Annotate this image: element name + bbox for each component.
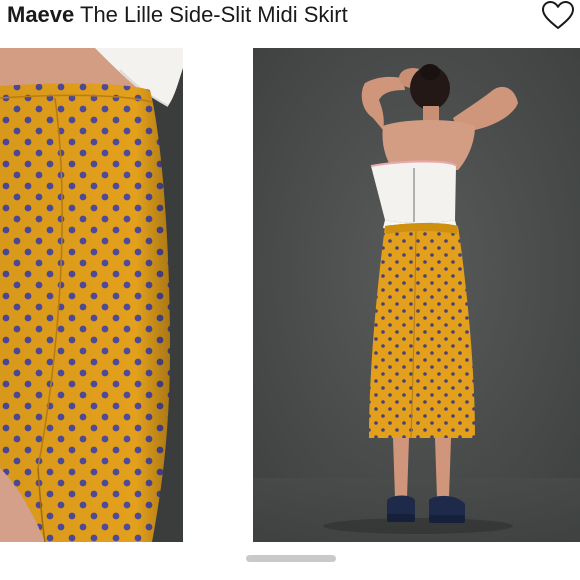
gallery-scrollbar[interactable]: [246, 555, 336, 562]
heart-icon: [542, 1, 574, 29]
favorite-button[interactable]: [540, 0, 576, 32]
product-title: Maeve The Lille Side-Slit Midi Skirt: [7, 2, 348, 28]
model-back-view-photo[interactable]: [253, 48, 580, 542]
product-header: Maeve The Lille Side-Slit Midi Skirt: [0, 0, 580, 40]
skirt-closeup-photo[interactable]: [0, 48, 183, 542]
product-name: The Lille Side-Slit Midi Skirt: [80, 2, 348, 27]
image-gallery[interactable]: [0, 48, 580, 542]
brand-name[interactable]: Maeve: [7, 2, 74, 27]
product-page: Maeve The Lille Side-Slit Midi Skirt: [0, 0, 580, 580]
